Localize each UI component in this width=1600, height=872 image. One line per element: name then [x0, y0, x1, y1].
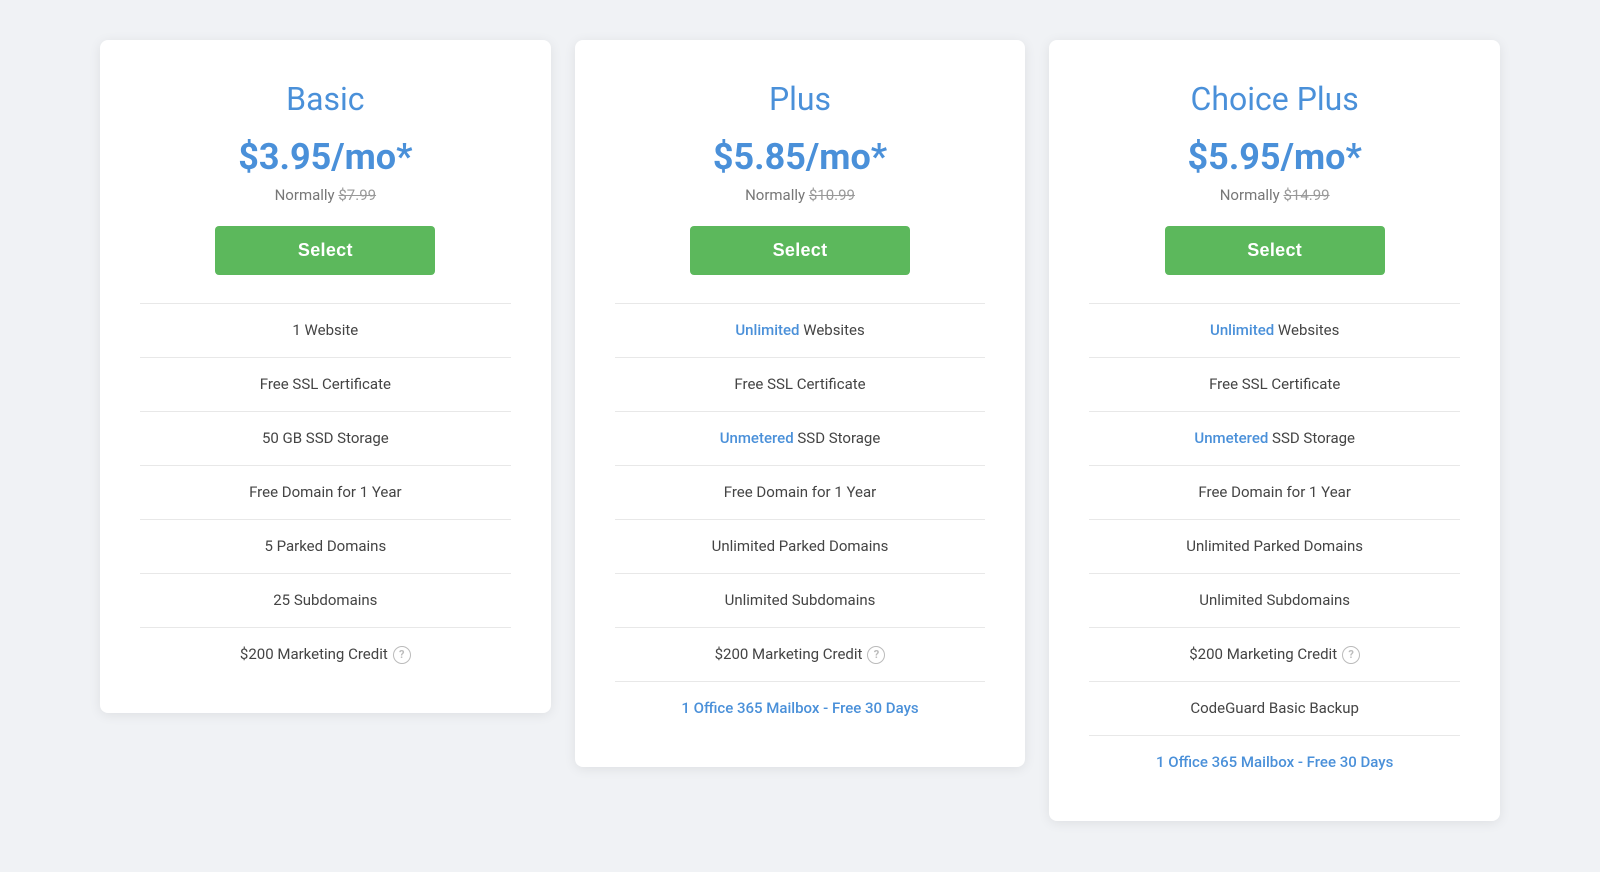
list-item: 1 Website [140, 303, 511, 357]
list-item: Unlimited Parked Domains [615, 519, 986, 573]
list-item: 25 Subdomains [140, 573, 511, 627]
features-list-plus: Unlimited WebsitesFree SSL CertificateUn… [615, 303, 986, 735]
plan-name-basic: Basic [286, 80, 364, 118]
plan-normal-price-basic: Normally $7.99 [275, 186, 376, 204]
features-list-choice-plus: Unlimited WebsitesFree SSL CertificateUn… [1089, 303, 1460, 789]
plan-card-basic: Basic $3.95/mo* Normally $7.99 Select 1 Webs… [100, 40, 551, 713]
list-item: Free SSL Certificate [140, 357, 511, 411]
list-item[interactable]: 1 Office 365 Mailbox - Free 30 Days [615, 681, 986, 735]
highlight-text: Unlimited [735, 321, 799, 339]
list-item: Unlimited Parked Domains [1089, 519, 1460, 573]
list-item: Free Domain for 1 Year [140, 465, 511, 519]
plan-normal-price-choice-plus: Normally $14.99 [1220, 186, 1330, 204]
list-item: $200 Marketing Credit? [1089, 627, 1460, 681]
highlight-text: Unmetered [720, 429, 794, 447]
list-item: Free Domain for 1 Year [1089, 465, 1460, 519]
list-item[interactable]: 1 Office 365 Mailbox - Free 30 Days [1089, 735, 1460, 789]
select-button-choice-plus[interactable]: Select [1165, 226, 1385, 275]
plan-price-basic: $3.95/mo* [238, 136, 412, 178]
help-icon[interactable]: ? [393, 646, 411, 664]
plan-card-plus: Plus $5.85/mo* Normally $10.99 Select Unlimi… [575, 40, 1026, 767]
list-item: Free Domain for 1 Year [615, 465, 986, 519]
plan-price-choice-plus: $5.95/mo* [1188, 136, 1362, 178]
plan-normal-price-plus: Normally $10.99 [745, 186, 855, 204]
list-item: Unlimited Websites [1089, 303, 1460, 357]
list-item: 50 GB SSD Storage [140, 411, 511, 465]
list-item: 5 Parked Domains [140, 519, 511, 573]
features-list-basic: 1 WebsiteFree SSL Certificate50 GB SSD S… [140, 303, 511, 681]
list-item: Unlimited Subdomains [1089, 573, 1460, 627]
select-button-plus[interactable]: Select [690, 226, 910, 275]
list-item: Free SSL Certificate [615, 357, 986, 411]
list-item: Unlimited Subdomains [615, 573, 986, 627]
list-item: $200 Marketing Credit? [615, 627, 986, 681]
list-item: CodeGuard Basic Backup [1089, 681, 1460, 735]
plan-price-plus: $5.85/mo* [713, 136, 887, 178]
list-item: Unmetered SSD Storage [1089, 411, 1460, 465]
list-item: Unlimited Websites [615, 303, 986, 357]
select-button-basic[interactable]: Select [215, 226, 435, 275]
highlight-text: Unmetered [1194, 429, 1268, 447]
highlight-text: Unlimited [1210, 321, 1274, 339]
pricing-container: Basic $3.95/mo* Normally $7.99 Select 1 Webs… [100, 40, 1500, 821]
help-icon[interactable]: ? [1342, 646, 1360, 664]
plan-card-choice-plus: Choice Plus $5.95/mo* Normally $14.99 Selec… [1049, 40, 1500, 821]
plan-name-choice-plus: Choice Plus [1191, 80, 1359, 118]
list-item: Free SSL Certificate [1089, 357, 1460, 411]
list-item: Unmetered SSD Storage [615, 411, 986, 465]
list-item: $200 Marketing Credit? [140, 627, 511, 681]
plan-name-plus: Plus [769, 80, 831, 118]
help-icon[interactable]: ? [867, 646, 885, 664]
